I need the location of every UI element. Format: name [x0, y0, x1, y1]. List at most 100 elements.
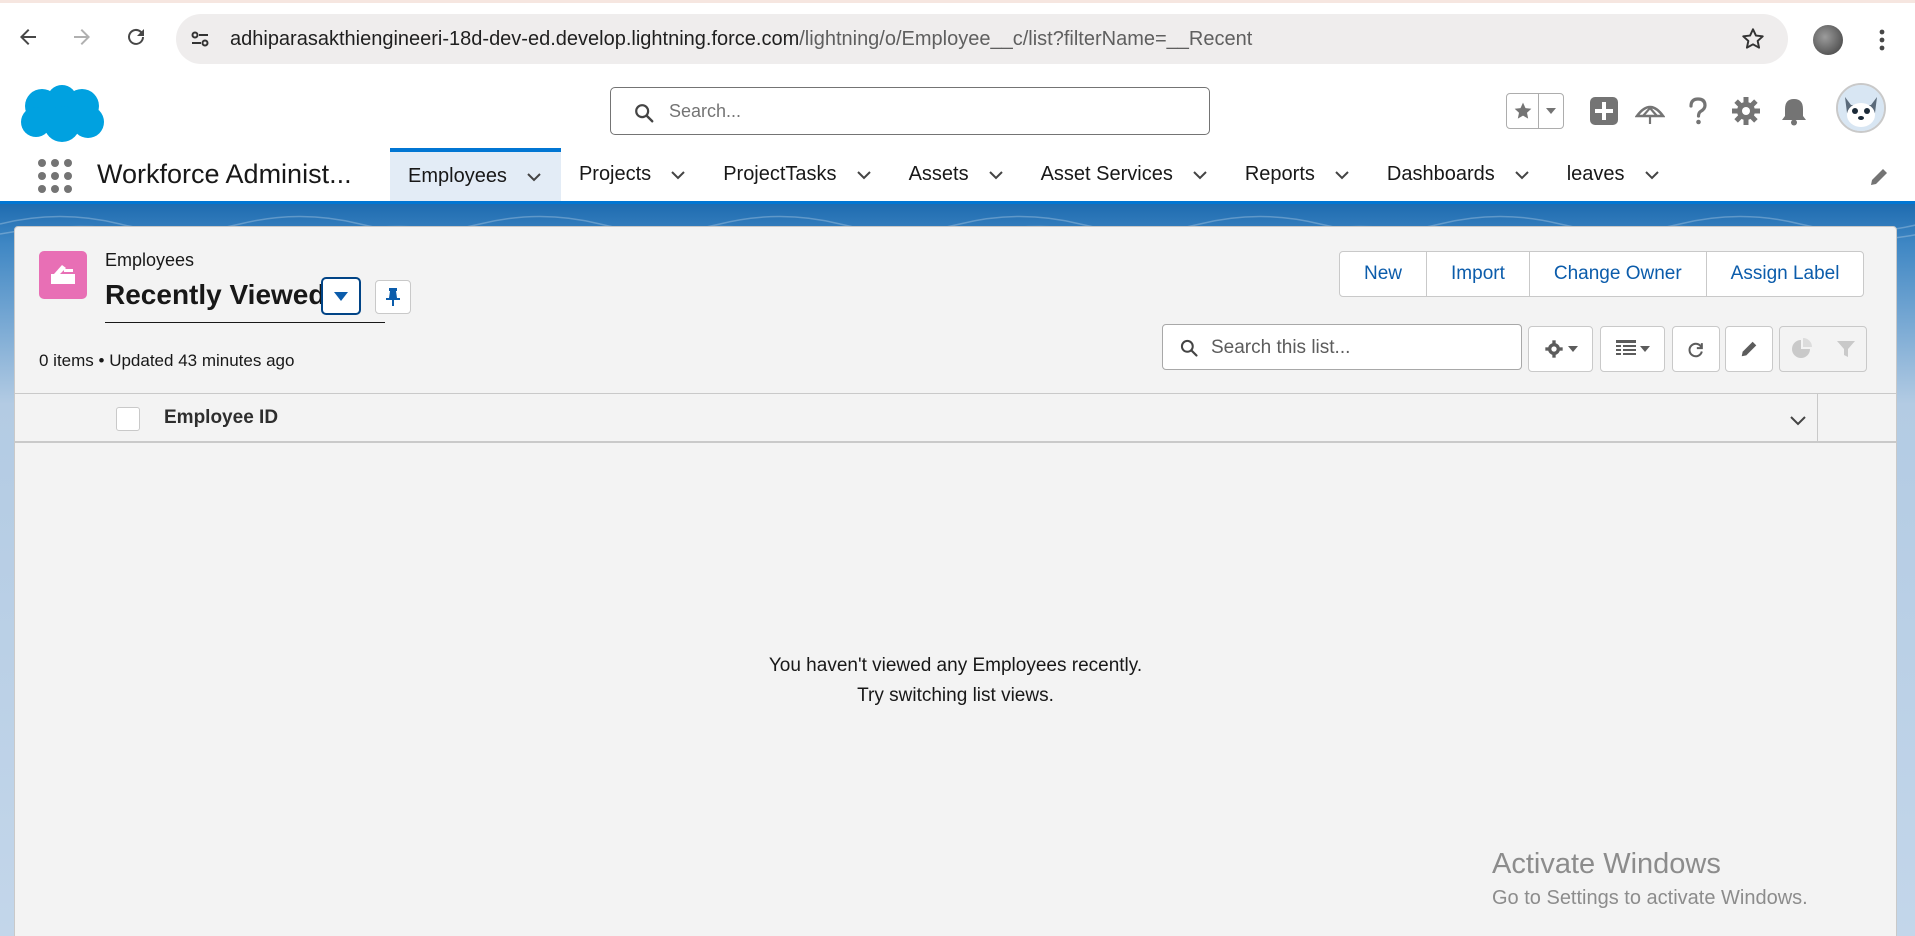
notifications-button[interactable] [1778, 95, 1810, 127]
inline-edit-button[interactable] [1725, 326, 1773, 372]
star-icon [1514, 102, 1531, 119]
global-actions-button[interactable] [1588, 95, 1620, 127]
chevron-down-icon [1546, 108, 1556, 114]
column-divider[interactable] [1817, 394, 1818, 442]
list-view-controls-button[interactable] [1528, 326, 1593, 372]
object-label: Employees [105, 250, 195, 270]
table-header: Employee ID [15, 393, 1896, 443]
favorites-button-group [1506, 93, 1564, 129]
trailhead-button[interactable] [1634, 95, 1666, 127]
display-as-button[interactable] [1600, 326, 1665, 372]
chevron-down-icon[interactable] [1333, 166, 1351, 184]
help-icon [1689, 97, 1707, 125]
employee-icon [51, 265, 75, 284]
tab-projecttasks[interactable]: ProjectTasks [705, 148, 890, 201]
add-icon [1590, 97, 1618, 125]
chevron-down-icon[interactable] [1643, 166, 1661, 184]
select-all-checkbox[interactable] [116, 407, 140, 431]
url-host: adhiparasakthiengineeri-18d-dev-ed.devel… [230, 28, 800, 50]
browser-profile-avatar[interactable] [1813, 25, 1843, 55]
empty-state: You haven't viewed any Employees recentl… [15, 651, 1896, 711]
chevron-down-icon[interactable] [1788, 410, 1808, 430]
table-icon [1615, 340, 1636, 355]
watermark-title: Activate Windows [1492, 848, 1721, 880]
empty-state-message: You haven't viewed any Employees recentl… [768, 655, 1143, 676]
reload-button[interactable] [120, 21, 152, 53]
caret-down-icon [334, 292, 348, 301]
tab-label: ProjectTasks [723, 163, 837, 185]
url-path: /lightning/o/Employee__c/list?filterName… [799, 28, 1253, 50]
edit-nav-pencil-icon[interactable] [1868, 166, 1890, 188]
back-button[interactable] [12, 21, 44, 53]
bookmark-star-icon[interactable] [1740, 26, 1766, 52]
global-search-placeholder: Search... [669, 101, 742, 121]
search-icon [635, 104, 654, 123]
trailhead-icon [1635, 105, 1665, 124]
setup-button[interactable] [1730, 95, 1762, 127]
app-name: Workforce Administ... [97, 159, 352, 189]
chevron-down-icon[interactable] [1513, 166, 1531, 184]
back-arrow-icon [20, 29, 36, 45]
import-button[interactable]: Import [1427, 252, 1530, 296]
help-button[interactable] [1682, 95, 1714, 127]
user-avatar[interactable] [1836, 83, 1886, 133]
gear-icon [1544, 340, 1563, 358]
tab-label: Employees [408, 165, 507, 187]
chevron-down-icon[interactable] [855, 166, 873, 184]
url-text: adhiparasakthiengineeri-18d-dev-ed.devel… [230, 28, 1252, 51]
chevron-down-icon[interactable] [669, 166, 687, 184]
tab-label: Assets [908, 163, 969, 185]
tab-leaves[interactable]: leaves [1549, 148, 1679, 201]
column-header-employee-id[interactable]: Employee ID [164, 407, 278, 429]
search-icon [1180, 339, 1198, 357]
list-view-underline [105, 322, 385, 323]
salesforce-logo-icon[interactable] [18, 82, 106, 144]
charts-filters-group [1779, 326, 1867, 372]
favorites-star-button[interactable] [1507, 94, 1539, 128]
tab-label: Asset Services [1040, 163, 1173, 185]
list-search-input[interactable]: Search this list... [1162, 324, 1522, 370]
change-owner-button[interactable]: Change Owner [1530, 252, 1707, 296]
list-view-picker-button[interactable] [321, 277, 361, 315]
tab-dashboards[interactable]: Dashboards [1369, 148, 1549, 201]
caret-down-icon [1639, 346, 1650, 352]
empty-state-hint: Try switching list views. [857, 685, 1054, 706]
global-header: Search... [0, 72, 1915, 148]
pin-list-view-button[interactable] [375, 280, 411, 314]
chevron-down-icon[interactable] [1191, 166, 1209, 184]
new-button[interactable]: New [1340, 252, 1428, 296]
nav-tabs: Employees Projects ProjectTasks Assets A… [390, 148, 1679, 201]
tab-assets[interactable]: Assets [891, 148, 1023, 201]
tab-reports[interactable]: Reports [1227, 148, 1369, 201]
global-search-input[interactable]: Search... [610, 87, 1210, 135]
chevron-down-icon[interactable] [525, 168, 543, 186]
list-meta-status: 0 items • Updated 43 minutes ago [39, 351, 295, 370]
browser-menu-icon[interactable] [1872, 25, 1892, 55]
chart-icon[interactable] [1790, 338, 1812, 360]
app-navigation-bar: Workforce Administ... Employees Projects… [0, 148, 1915, 204]
tab-employees[interactable]: Employees [390, 148, 561, 201]
tab-label: leaves [1566, 163, 1625, 185]
caret-down-icon [1567, 346, 1578, 352]
chevron-down-icon[interactable] [987, 166, 1005, 184]
favorites-list-button[interactable] [1539, 94, 1563, 128]
forward-arrow-icon [74, 29, 90, 45]
tab-label: Dashboards [1386, 163, 1495, 185]
reload-icon [128, 28, 144, 45]
refresh-button[interactable] [1672, 326, 1720, 372]
filter-icon[interactable] [1836, 339, 1856, 359]
tab-asset-services[interactable]: Asset Services [1023, 148, 1227, 201]
assign-label-button[interactable]: Assign Label [1707, 252, 1864, 296]
tab-label: Projects [578, 163, 652, 185]
address-bar[interactable]: adhiparasakthiengineeri-18d-dev-ed.devel… [176, 14, 1788, 64]
forward-button[interactable] [66, 21, 98, 53]
windows-activation-watermark: Activate Windows Go to Settings to activ… [1492, 848, 1808, 910]
app-launcher-icon[interactable] [38, 159, 72, 193]
site-settings-icon[interactable] [188, 27, 212, 51]
astro-avatar-icon [1838, 85, 1884, 131]
list-view-name: Recently Viewed [105, 279, 326, 310]
list-view-card: Employees Recently Viewed 0 items • Upda… [14, 226, 1897, 936]
refresh-icon [1688, 342, 1703, 358]
tab-projects[interactable]: Projects [561, 148, 705, 201]
list-actions-group: New Import Change Owner Assign Label [1339, 251, 1865, 297]
